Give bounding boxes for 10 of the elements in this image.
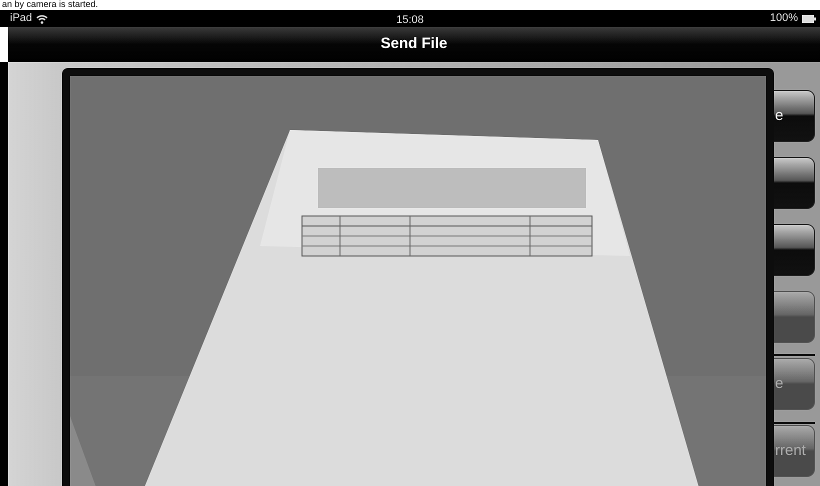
side-button[interactable] bbox=[774, 157, 815, 209]
wifi-icon bbox=[36, 14, 48, 24]
carrier-label: iPad bbox=[10, 11, 32, 26]
battery-icon bbox=[802, 14, 816, 22]
side-button[interactable]: e bbox=[774, 90, 815, 142]
battery-percent: 100% bbox=[770, 11, 798, 26]
side-button[interactable] bbox=[774, 224, 815, 276]
screen-title: Send File bbox=[380, 34, 448, 54]
clock-time: 15:08 bbox=[396, 13, 424, 28]
caption-text: an by camera is started. bbox=[1, 0, 100, 10]
